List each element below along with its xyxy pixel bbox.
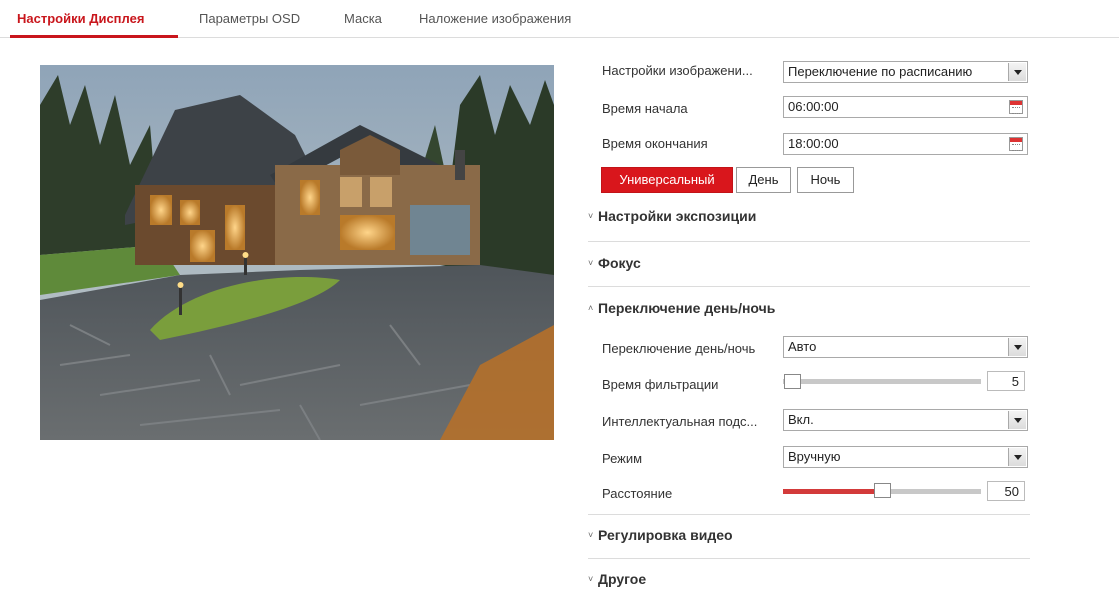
calendar-icon[interactable] [1009,137,1023,151]
section-video-adjustment[interactable]: ˅ Регулировка видео [588,527,733,543]
section-exposure-settings[interactable]: ˅ Настройки экспозиции [588,208,756,224]
start-time-value: 06:00:00 [788,99,839,114]
day-night-switch-value: Авто [788,339,817,354]
section-video-adjustment-title: Регулировка видео [598,527,733,543]
tab-display-settings[interactable]: Настройки Дисплея [17,11,144,26]
section-divider [588,286,1030,287]
chevron-down-icon [1008,411,1026,429]
chevron-down-icon: ˅ [588,258,594,268]
section-other[interactable]: ˅ Другое [588,571,646,587]
mode-day-button[interactable]: День [736,167,791,193]
mode-night-button[interactable]: Ночь [797,167,854,193]
mode-universal-button[interactable]: Универсальный [601,167,733,193]
filter-time-label: Время фильтрации [602,377,719,392]
start-time-label: Время начала [602,101,688,116]
distance-slider-thumb[interactable] [874,483,891,498]
image-settings-select[interactable]: Переключение по расписанию [783,61,1028,83]
end-time-label: Время окончания [602,136,708,151]
day-night-switch-label: Переключение день/ночь [602,341,756,356]
chevron-down-icon [1008,338,1026,356]
day-night-switch-select[interactable]: Авто [783,336,1028,358]
section-day-night-switch[interactable]: ˄ Переключение день/ночь [588,300,775,316]
section-divider [588,514,1030,515]
section-divider [588,558,1030,559]
smart-supplement-label: Интеллектуальная подс... [602,414,758,429]
smart-supplement-value: Вкл. [788,412,814,427]
distance-value[interactable]: 50 [987,481,1025,501]
section-focus[interactable]: ˅ Фокус [588,255,641,271]
chevron-down-icon: ˅ [588,211,594,221]
section-other-title: Другое [598,571,647,587]
chevron-down-icon: ˅ [588,574,594,584]
chevron-down-icon: ˅ [588,530,594,540]
calendar-icon[interactable] [1009,100,1023,114]
filter-time-slider-thumb[interactable] [784,374,801,389]
start-time-input[interactable]: 06:00:00 [783,96,1028,118]
section-exposure-title: Настройки экспозиции [598,208,757,224]
mode-label: Режим [602,451,643,466]
end-time-value: 18:00:00 [788,136,839,151]
mode-select[interactable]: Вручную [783,446,1028,468]
filter-time-value[interactable]: 5 [987,371,1025,391]
tab-image-overlay[interactable]: Наложение изображения [419,11,571,26]
image-settings-value: Переключение по расписанию [788,64,973,79]
distance-label: Расстояние [602,486,673,501]
section-divider [588,241,1030,242]
tab-bar: Настройки Дисплея Параметры OSD Маска На… [0,0,1119,38]
distance-slider-fill [783,489,876,494]
filter-time-slider-track[interactable] [783,379,981,384]
chevron-down-icon [1008,63,1026,81]
chevron-down-icon [1008,448,1026,466]
tab-osd-parameters[interactable]: Параметры OSD [199,11,300,26]
mode-value: Вручную [788,449,841,464]
tab-mask[interactable]: Маска [344,11,382,26]
preview-house-scene [40,65,554,440]
end-time-input[interactable]: 18:00:00 [783,133,1028,155]
smart-supplement-select[interactable]: Вкл. [783,409,1028,431]
chevron-up-icon: ˄ [588,303,594,313]
section-focus-title: Фокус [598,255,641,271]
active-tab-indicator [10,35,178,38]
section-day-night-title: Переключение день/ночь [598,300,776,316]
live-preview-image [40,65,554,440]
image-settings-label: Настройки изображени... [602,63,753,78]
